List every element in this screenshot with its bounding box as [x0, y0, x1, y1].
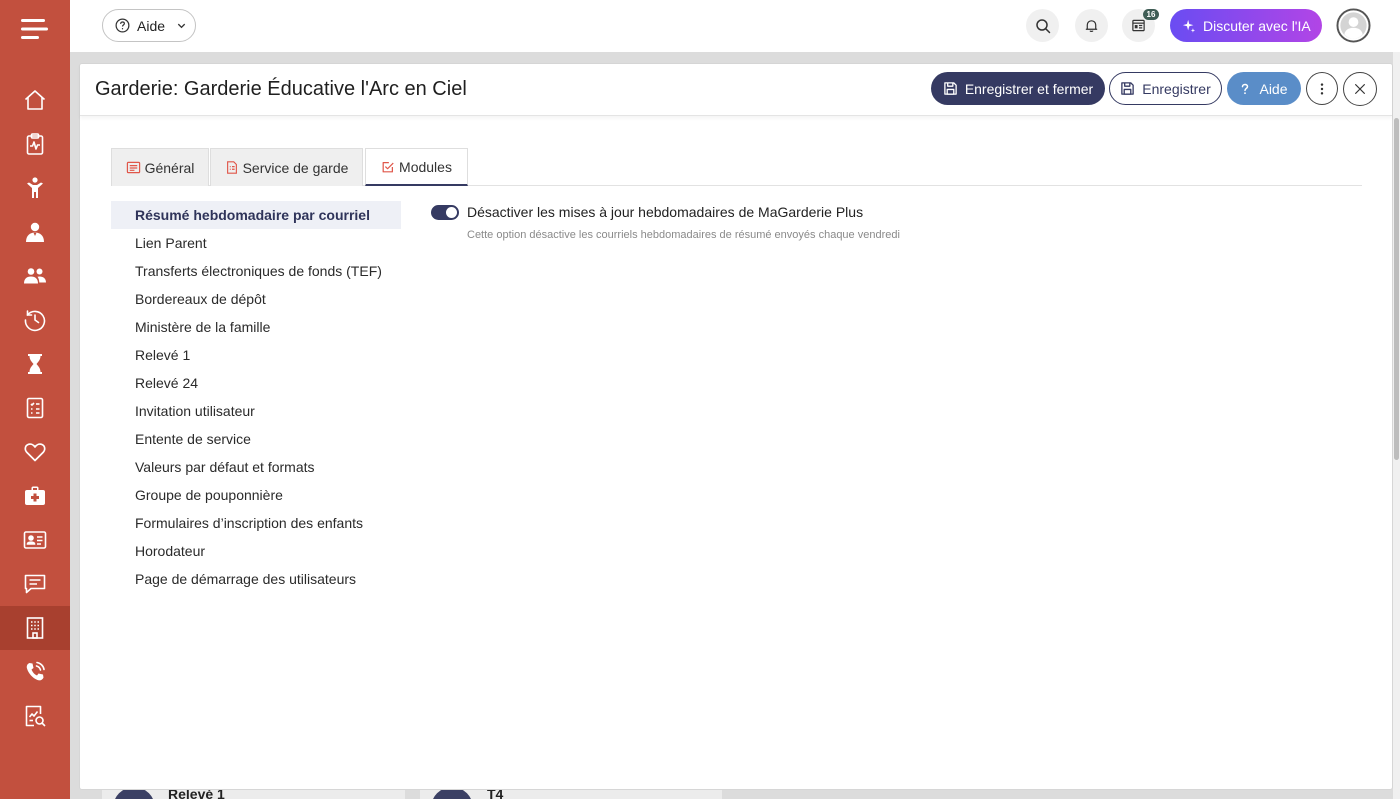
- module-item-bordereaux-depot[interactable]: Bordereaux de dépôt: [111, 285, 401, 313]
- sidebar: [0, 0, 70, 799]
- phone-icon: [26, 661, 45, 681]
- save-icon: [944, 82, 957, 95]
- sidebar-item-children[interactable]: [0, 166, 70, 210]
- module-item-formulaires-inscription[interactable]: Formulaires d’inscription des enfants: [111, 509, 401, 537]
- sidebar-item-home[interactable]: [0, 78, 70, 122]
- notifications-button[interactable]: [1075, 9, 1108, 42]
- sidebar-item-groups[interactable]: [0, 254, 70, 298]
- tab-label: Général: [144, 159, 195, 176]
- save-and-close-button[interactable]: Enregistrer et fermer: [931, 72, 1105, 105]
- toggle-knob: [446, 207, 457, 218]
- sidebar-item-messages[interactable]: [0, 562, 70, 606]
- page-scrollbar[interactable]: [1393, 52, 1400, 799]
- help-dropdown-button[interactable]: Aide: [102, 9, 196, 42]
- sidebar-item-wellbeing[interactable]: [0, 430, 70, 474]
- sidebar-menu-button[interactable]: [0, 7, 70, 51]
- save-label: Enregistrer: [1142, 80, 1211, 97]
- sidebar-item-health[interactable]: [0, 122, 70, 166]
- ai-chat-button[interactable]: Discuter avec l'IA: [1170, 9, 1322, 42]
- sparkle-icon: [1182, 19, 1196, 33]
- question-icon: [1242, 83, 1249, 94]
- chat-icon: [24, 574, 46, 594]
- save-icon: [1121, 82, 1135, 95]
- child-icon: [27, 177, 43, 198]
- module-item-lien-parent[interactable]: Lien Parent: [111, 229, 401, 257]
- dialog-title: Garderie: Garderie Éducative l'Arc en Ci…: [95, 78, 467, 100]
- kebab-menu-icon: [1320, 82, 1324, 95]
- daycare-settings-dialog: Garderie: Garderie Éducative l'Arc en Ci…: [79, 63, 1393, 790]
- home-icon: [24, 90, 46, 110]
- news-count-badge: 16: [1143, 9, 1159, 20]
- save-and-close-label: Enregistrer et fermer: [964, 80, 1094, 97]
- hamburger-menu-icon: [21, 19, 48, 39]
- sidebar-item-staff[interactable]: [0, 210, 70, 254]
- search-button[interactable]: [1026, 9, 1059, 42]
- tab-label: Modules: [399, 158, 452, 175]
- module-item-groupe-pouponniere[interactable]: Groupe de pouponnière: [111, 481, 401, 509]
- weekly-updates-description: Cette option désactive les courriels heb…: [467, 229, 900, 241]
- sidebar-item-medical[interactable]: [0, 474, 70, 518]
- id-card-icon: [23, 531, 47, 549]
- sidebar-item-waitlist[interactable]: [0, 342, 70, 386]
- module-item-releve-1[interactable]: Relevé 1: [111, 341, 401, 369]
- chevron-down-icon: [177, 23, 186, 29]
- ai-chat-label: Discuter avec l'IA: [1203, 17, 1311, 34]
- save-button[interactable]: Enregistrer: [1109, 72, 1222, 105]
- top-bar: Aide 16 Discuter avec l'IA: [70, 0, 1400, 52]
- clock-icon: [24, 310, 46, 332]
- dialog-help-button[interactable]: Aide: [1227, 72, 1301, 105]
- weekly-updates-toggle[interactable]: [431, 205, 459, 220]
- module-item-valeurs-defaut[interactable]: Valeurs par défaut et formats: [111, 453, 401, 481]
- sidebar-item-reports[interactable]: [0, 694, 70, 738]
- tab-label: Service de garde: [242, 159, 349, 176]
- sidebar-item-support[interactable]: [0, 650, 70, 694]
- form-checklist-icon: [26, 397, 44, 419]
- module-item-tef[interactable]: Transferts électroniques de fonds (TEF): [111, 257, 401, 285]
- bell-icon: [1085, 20, 1098, 32]
- module-item-invitation-utilisateur[interactable]: Invitation utilisateur: [111, 397, 401, 425]
- user-avatar-button[interactable]: [1336, 8, 1371, 43]
- group-icon: [24, 268, 46, 284]
- hourglass-icon: [28, 354, 42, 374]
- scrollbar-thumb[interactable]: [1394, 118, 1399, 460]
- sidebar-item-attendance[interactable]: [0, 298, 70, 342]
- dialog-help-label: Aide: [1259, 80, 1288, 97]
- tab-modules[interactable]: Modules: [365, 148, 468, 186]
- sidebar-item-daycare[interactable]: [0, 606, 70, 650]
- user-avatar-icon: [1336, 8, 1371, 43]
- document-list-icon: [226, 161, 237, 174]
- more-options-button[interactable]: [1306, 72, 1338, 105]
- heart-icon: [24, 443, 46, 462]
- newspaper-icon: [1132, 19, 1145, 32]
- module-item-entente-service[interactable]: Entente de service: [111, 425, 401, 453]
- module-item-ministere-famille[interactable]: Ministère de la famille: [111, 313, 401, 341]
- search-icon: [1035, 18, 1050, 33]
- module-item-releve-24[interactable]: Relevé 24: [111, 369, 401, 397]
- weekly-updates-label: Désactiver les mises à jour hebdomadaire…: [467, 204, 864, 220]
- module-item-resume-hebdomadaire[interactable]: Résumé hebdomadaire par courriel: [111, 201, 401, 229]
- sidebar-item-contacts[interactable]: [0, 518, 70, 562]
- module-item-page-demarrage[interactable]: Page de démarrage des utilisateurs: [111, 565, 401, 593]
- close-icon: [1355, 84, 1365, 94]
- close-dialog-button[interactable]: [1343, 72, 1377, 106]
- list-icon: [126, 161, 140, 174]
- question-circle-icon: [115, 18, 130, 33]
- help-dropdown-label: Aide: [137, 17, 166, 34]
- dialog-header: Garderie: Garderie Éducative l'Arc en Ci…: [80, 64, 1392, 116]
- checkbox-icon: [382, 161, 394, 172]
- modules-list: Résumé hebdomadaire par courriel Lien Pa…: [111, 201, 401, 593]
- module-item-horodateur[interactable]: Horodateur: [111, 537, 401, 565]
- building-icon: [26, 617, 44, 639]
- tab-general[interactable]: Général: [111, 148, 209, 186]
- sidebar-item-forms[interactable]: [0, 386, 70, 430]
- clipboard-pulse-icon: [26, 133, 44, 155]
- report-search-icon: [25, 705, 46, 727]
- medical-kit-icon: [25, 486, 45, 505]
- staff-icon: [26, 222, 44, 242]
- tab-service-de-garde[interactable]: Service de garde: [210, 148, 363, 186]
- dialog-tabs: Général Service de garde Modules: [111, 148, 1362, 186]
